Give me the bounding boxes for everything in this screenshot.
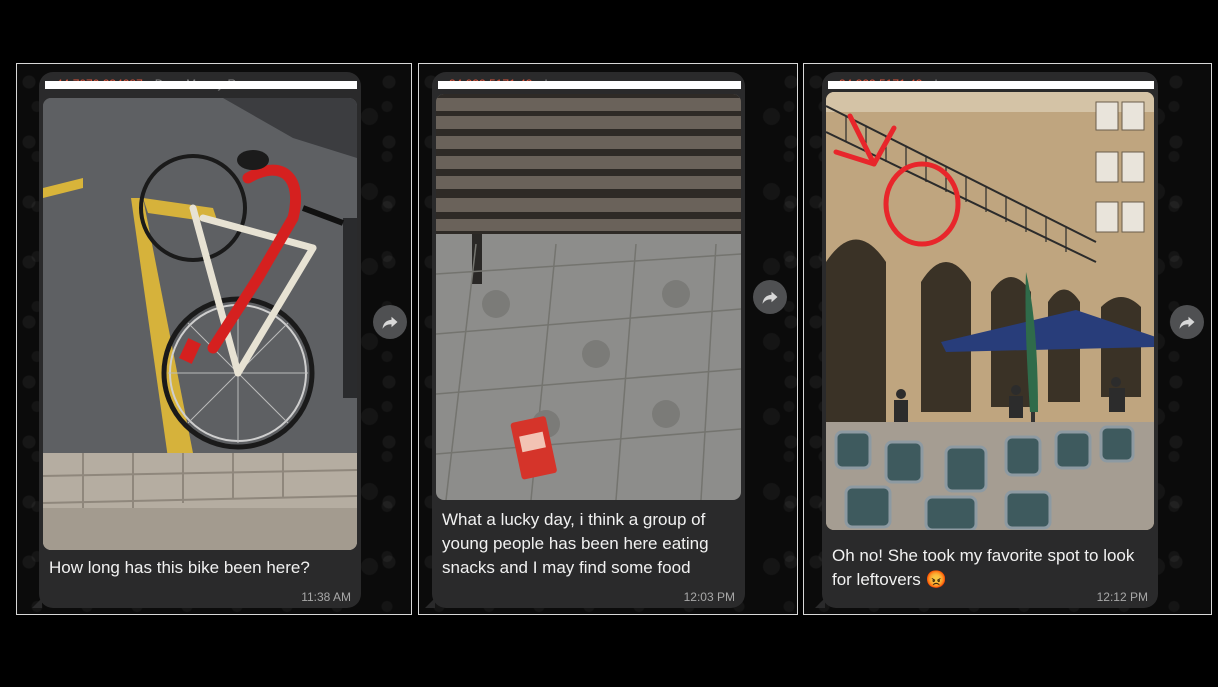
- forward-button[interactable]: [753, 280, 787, 314]
- redaction-bar: [45, 81, 357, 89]
- redaction-bar: [438, 81, 741, 89]
- forward-arrow-icon: [382, 316, 398, 329]
- bubble-tail: [32, 598, 42, 608]
- message-caption: How long has this bike been here?: [49, 558, 310, 577]
- chat-panel-2: +34 932 5171 43Irene: [418, 63, 798, 615]
- chat-panel-1: +44 7070 234287Dave Murray-Ru...: [16, 63, 412, 615]
- message-timestamp: 12:12 PM: [1096, 590, 1148, 604]
- forward-arrow-icon: [762, 291, 778, 304]
- forward-button[interactable]: [373, 305, 407, 339]
- bicycle-photo[interactable]: [43, 98, 357, 550]
- chat-panel-3: +34 322 5171 43Irene: [803, 63, 1212, 615]
- message-caption: What a lucky day, i think a group of you…: [442, 510, 709, 577]
- plaza-cafe-photo[interactable]: [826, 92, 1154, 530]
- message-caption: Oh no! She took my favorite spot to look…: [832, 544, 1148, 592]
- message-bubble-2[interactable]: +34 932 5171 43Irene: [425, 72, 745, 608]
- bubble-tail: [815, 598, 825, 608]
- message-timestamp: 12:03 PM: [683, 590, 735, 604]
- message-timestamp: 11:38 AM: [301, 590, 351, 604]
- forward-arrow-icon: [1179, 316, 1195, 329]
- message-bubble-1[interactable]: +44 7070 234287Dave Murray-Ru...: [32, 72, 361, 608]
- message-bubble-3[interactable]: +34 322 5171 43Irene: [815, 72, 1158, 608]
- redaction-bar: [828, 81, 1154, 89]
- bench-snack-photo[interactable]: [436, 94, 741, 500]
- bubble-tail: [425, 598, 435, 608]
- forward-button[interactable]: [1170, 305, 1204, 339]
- caption-text: Oh no! She took my favorite spot to look…: [832, 546, 1135, 589]
